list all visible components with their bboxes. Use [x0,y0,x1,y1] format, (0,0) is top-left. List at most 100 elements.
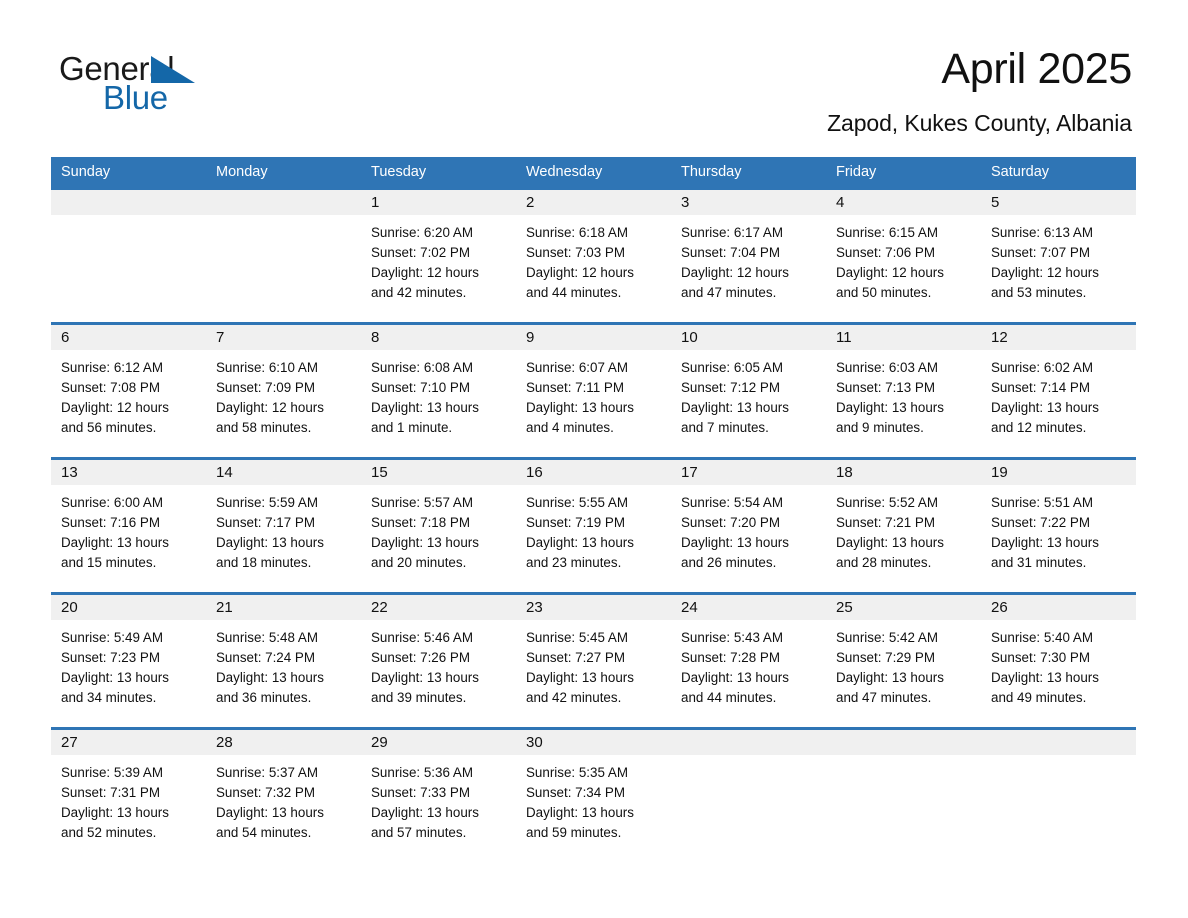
day-sunrise-text: Sunrise: 6:02 AM [991,360,1093,375]
day-details: Sunrise: 5:52 AM Sunset: 7:21 PM Daylight:… [826,485,981,573]
day-info-row: Sunrise: 6:12 AM Sunset: 7:08 PM Daylight:… [51,350,1136,438]
day-details: Sunrise: 6:08 AM Sunset: 7:10 PM Daylight:… [361,350,516,438]
dow-header-wednesday: Wednesday [526,164,603,180]
day-number: 4 [836,194,845,211]
day-sunset-text: Sunset: 7:32 PM [216,785,315,800]
location-subtitle: Zapod, Kukes County, Albania [827,110,1132,136]
day-details: Sunrise: 6:18 AM Sunset: 7:03 PM Daylight:… [516,215,671,303]
day-sunrise-text: Sunrise: 5:51 AM [991,495,1093,510]
day-sunset-text: Sunset: 7:14 PM [991,380,1090,395]
day-sunset-text: Sunset: 7:27 PM [526,650,625,665]
day-details: Sunrise: 6:05 AM Sunset: 7:12 PM Daylight:… [671,350,826,438]
logo-text-blue: Blue [103,79,168,116]
day-daylight-a-text: Daylight: 13 hours [216,805,324,820]
day-sunrise-text: Sunrise: 5:49 AM [61,630,163,645]
day-number: 17 [681,464,698,481]
day-daylight-a-text: Daylight: 13 hours [836,670,944,685]
day-sunrise-text: Sunrise: 5:39 AM [61,765,163,780]
day-sunset-text: Sunset: 7:26 PM [371,650,470,665]
day-daylight-b-text: and 57 minutes. [371,825,467,840]
day-daylight-b-text: and 58 minutes. [216,420,312,435]
day-sunset-text: Sunset: 7:07 PM [991,245,1090,260]
week-cells: 20 21 22 23 24 25 26 Sunrise: 5:49 AM Sunset: 7:… [51,595,1136,708]
day-sunrise-text: Sunrise: 6:07 AM [526,360,628,375]
day-daylight-b-text: and 53 minutes. [991,285,1087,300]
day-details: Sunrise: 5:51 AM Sunset: 7:22 PM Daylight:… [981,485,1136,573]
week-cells: 27 28 29 30 Sunrise: 5:39 AM Sunset: 7:31 PM D… [51,730,1136,843]
day-daylight-a-text: Daylight: 13 hours [681,400,789,415]
day-sunset-text: Sunset: 7:34 PM [526,785,625,800]
day-daylight-b-text: and 31 minutes. [991,555,1087,570]
day-daylight-b-text: and 44 minutes. [681,690,777,705]
calendar-week-row: 27 28 29 30 Sunrise: 5:39 AM Sunset: 7:31 PM D… [51,727,1136,858]
day-number: 15 [371,464,388,481]
day-sunset-text: Sunset: 7:21 PM [836,515,935,530]
day-details: Sunrise: 5:36 AM Sunset: 7:33 PM Daylight:… [361,755,516,843]
day-number-band: 6 7 8 9 10 11 12 [51,325,1136,350]
page-title: April 2025 [941,45,1132,93]
day-number-empty [671,730,826,755]
day-sunset-text: Sunset: 7:08 PM [61,380,160,395]
day-daylight-b-text: and 52 minutes. [61,825,157,840]
day-sunset-text: Sunset: 7:04 PM [681,245,780,260]
day-sunset-text: Sunset: 7:28 PM [681,650,780,665]
day-number-empty [206,190,361,215]
week-cells: 13 14 15 16 17 18 19 Sunrise: 6:00 AM Sunset: 7:… [51,460,1136,573]
day-sunrise-text: Sunrise: 6:03 AM [836,360,938,375]
day-number: 5 [991,194,1000,211]
day-sunset-text: Sunset: 7:12 PM [681,380,780,395]
dow-header-tuesday: Tuesday [371,164,427,180]
title-block: April 2025 Zapod, Kukes County, Albania [827,44,1132,138]
day-number: 19 [991,464,1008,481]
day-details-empty [826,755,981,843]
day-daylight-a-text: Daylight: 12 hours [526,265,634,280]
day-number: 22 [371,599,388,616]
day-details: Sunrise: 5:49 AM Sunset: 7:23 PM Daylight:… [51,620,206,708]
day-details: Sunrise: 5:48 AM Sunset: 7:24 PM Daylight:… [206,620,361,708]
day-daylight-a-text: Daylight: 13 hours [61,670,169,685]
day-sunrise-text: Sunrise: 5:46 AM [371,630,473,645]
day-number: 28 [216,734,233,751]
day-number: 24 [681,599,698,616]
day-details: Sunrise: 5:55 AM Sunset: 7:19 PM Daylight:… [516,485,671,573]
day-sunset-text: Sunset: 7:24 PM [216,650,315,665]
day-sunset-text: Sunset: 7:10 PM [371,380,470,395]
day-number: 27 [61,734,78,751]
day-daylight-a-text: Daylight: 13 hours [836,535,944,550]
day-daylight-b-text: and 42 minutes. [371,285,467,300]
day-sunrise-text: Sunrise: 6:12 AM [61,360,163,375]
day-daylight-a-text: Daylight: 13 hours [61,535,169,550]
day-sunrise-text: Sunrise: 5:43 AM [681,630,783,645]
day-sunrise-text: Sunrise: 5:48 AM [216,630,318,645]
calendar-table: Sunday Monday Tuesday Wednesday Thursday… [51,157,1136,858]
day-daylight-a-text: Daylight: 12 hours [681,265,789,280]
day-sunrise-text: Sunrise: 5:54 AM [681,495,783,510]
day-details: Sunrise: 5:39 AM Sunset: 7:31 PM Daylight:… [51,755,206,843]
day-daylight-a-text: Daylight: 12 hours [836,265,944,280]
day-details: Sunrise: 5:40 AM Sunset: 7:30 PM Daylight:… [981,620,1136,708]
day-number: 13 [61,464,78,481]
calendar-week-row: 1 2 3 4 5 Sunrise: 6:20 AM Sunset: 7:02 PM Dayl… [51,187,1136,322]
day-number: 7 [216,329,225,346]
day-number: 9 [526,329,535,346]
day-daylight-b-text: and 50 minutes. [836,285,932,300]
day-daylight-b-text: and 47 minutes. [836,690,932,705]
day-details: Sunrise: 5:46 AM Sunset: 7:26 PM Daylight:… [361,620,516,708]
dow-header-friday: Friday [836,164,877,180]
day-number: 23 [526,599,543,616]
day-sunset-text: Sunset: 7:11 PM [526,380,625,395]
day-details: Sunrise: 6:00 AM Sunset: 7:16 PM Daylight:… [51,485,206,573]
day-details-empty [671,755,826,843]
day-info-row: Sunrise: 6:20 AM Sunset: 7:02 PM Daylight:… [51,215,1136,303]
day-details: Sunrise: 6:02 AM Sunset: 7:14 PM Daylight:… [981,350,1136,438]
day-number: 10 [681,329,698,346]
day-details: Sunrise: 5:43 AM Sunset: 7:28 PM Daylight:… [671,620,826,708]
day-sunrise-text: Sunrise: 6:18 AM [526,225,628,240]
day-sunset-text: Sunset: 7:19 PM [526,515,625,530]
day-sunrise-text: Sunrise: 5:37 AM [216,765,318,780]
calendar-week-row: 20 21 22 23 24 25 26 Sunrise: 5:49 AM Sunset: 7:… [51,592,1136,727]
day-daylight-a-text: Daylight: 13 hours [526,805,634,820]
day-details: Sunrise: 6:10 AM Sunset: 7:09 PM Daylight:… [206,350,361,438]
general-blue-logo[interactable]: General Blue [59,50,279,122]
day-sunset-text: Sunset: 7:18 PM [371,515,470,530]
